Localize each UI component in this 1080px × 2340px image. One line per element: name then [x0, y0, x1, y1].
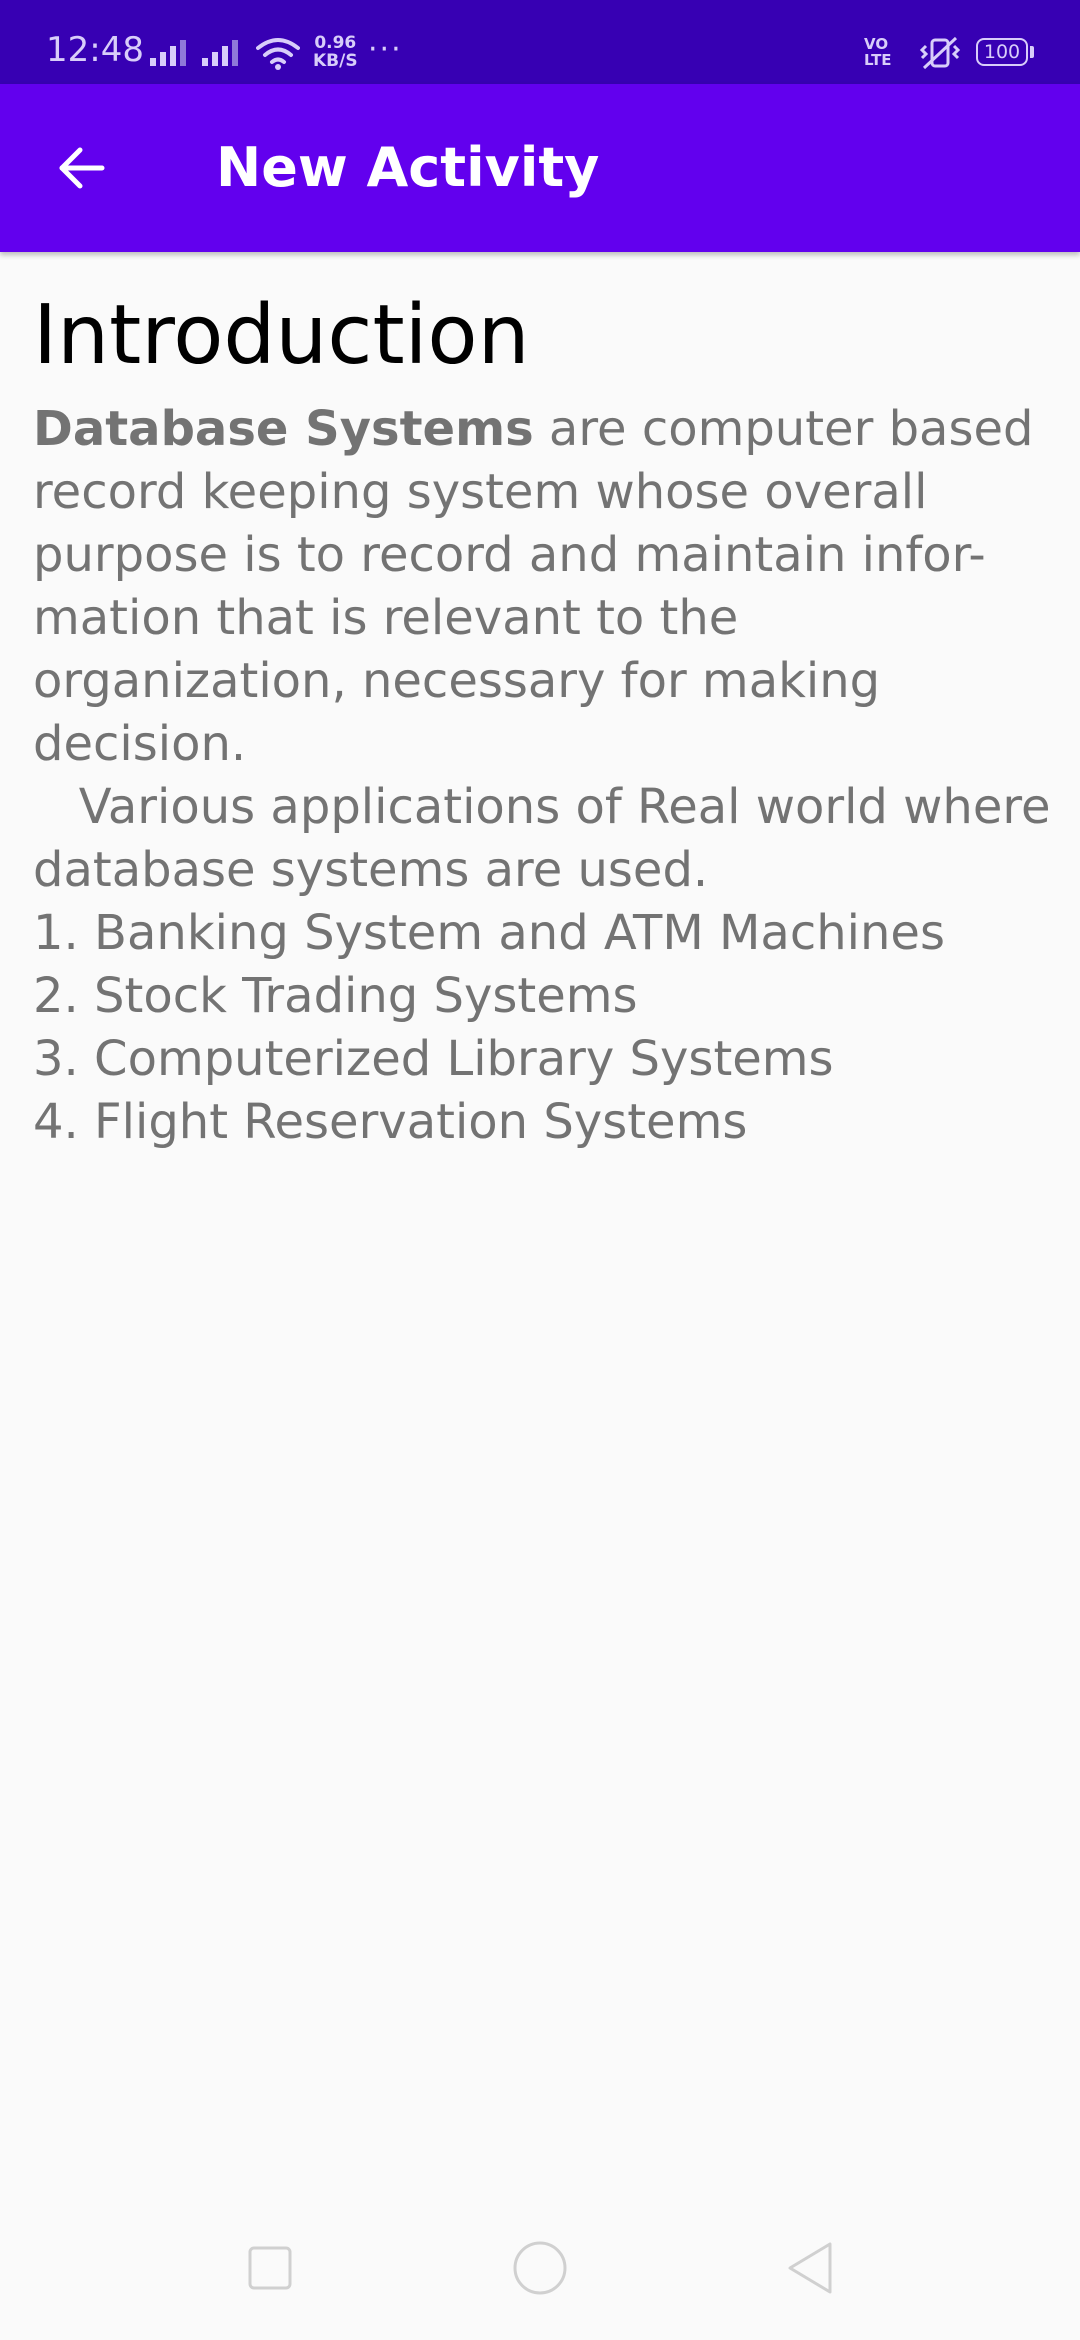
navigation-bar — [0, 2200, 1080, 2340]
volte-bottom-label: LTE — [864, 51, 892, 69]
intro-bold: Database Systems — [33, 401, 534, 457]
list-item: 3. Computerized Library Systems — [33, 1031, 834, 1087]
home-icon[interactable] — [510, 2240, 570, 2300]
battery-level: 100 — [983, 41, 1021, 63]
list-item: 4. Flight Reservation Systems — [33, 1094, 748, 1150]
wifi-icon — [256, 38, 300, 70]
signal-icon — [150, 40, 186, 66]
list-item: 1. Banking System and ATM Machines — [33, 905, 945, 961]
more-notifications: ··· — [368, 32, 403, 67]
network-speed-value: 0.96 — [314, 33, 357, 53]
network-speed-unit: KB/S — [313, 51, 358, 71]
arrow-back-icon — [59, 147, 105, 189]
vibrate-icon — [919, 36, 961, 70]
back-icon[interactable] — [782, 2238, 838, 2298]
app-bar: New Activity — [0, 84, 1080, 252]
status-time: 12:48 — [46, 30, 144, 70]
battery-icon: 100 — [976, 38, 1028, 66]
back-button[interactable] — [36, 128, 132, 208]
content-area: Introduction Database Systems are comput… — [33, 252, 1053, 1154]
battery-tip — [1030, 46, 1034, 58]
signal-icon — [202, 40, 238, 66]
app-title: New Activity — [216, 136, 600, 199]
volte-icon: VO LTE — [864, 36, 892, 68]
body-text: Database Systems are computer based reco… — [33, 398, 1053, 1154]
network-speed: 0.96 KB/S — [313, 34, 358, 70]
page-title: Introduction — [33, 288, 530, 383]
list-item: 2. Stock Trading Systems — [33, 968, 638, 1024]
volte-top-label: VO — [864, 35, 889, 53]
status-bar: 12:48 0.96 KB/S ··· VO LTE 100 — [0, 0, 1080, 84]
applications-intro: Various applications of Real world where… — [33, 779, 1066, 898]
recents-icon[interactable] — [242, 2240, 298, 2296]
